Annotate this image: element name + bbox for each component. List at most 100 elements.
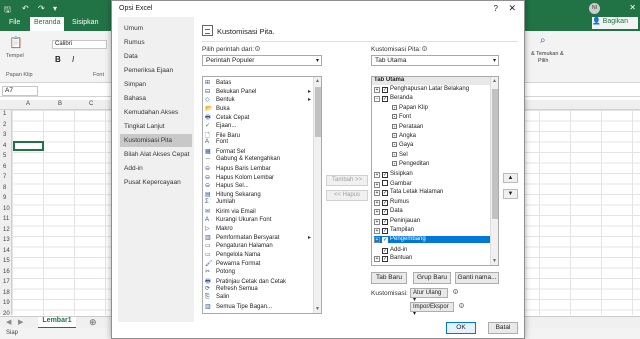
move-up-button[interactable]: ▲ xyxy=(503,173,518,183)
tab-checkbox[interactable]: ✓ xyxy=(382,228,388,234)
command-item[interactable]: ▦ Format Sel xyxy=(205,148,245,155)
scroll-up-icon[interactable]: ▲ xyxy=(315,78,320,84)
command-item[interactable]: ✓ Ejaan... xyxy=(205,122,236,129)
expand-icon[interactable]: + xyxy=(374,190,380,197)
command-item[interactable]: ▤ Hitung Sekarang xyxy=(205,191,261,198)
command-item[interactable]: ▭ Pengelola Nama xyxy=(205,251,260,258)
command-item[interactable]: ⊞ Batas xyxy=(205,79,231,86)
scroll-down-icon[interactable]: ▼ xyxy=(315,306,320,312)
tab-checkbox[interactable]: ✓ xyxy=(382,256,388,263)
expand-icon[interactable]: + xyxy=(374,87,380,93)
command-item[interactable]: Σ Jumlah xyxy=(205,199,235,205)
row-header[interactable]: 13 xyxy=(3,237,10,243)
row-header[interactable]: 9 xyxy=(3,195,6,201)
tab-checkbox[interactable]: ✓ xyxy=(382,96,388,103)
tab-file[interactable]: File xyxy=(9,19,20,26)
tree-item[interactable]: ✓ Add-in xyxy=(374,246,407,254)
scroll-left-icon[interactable]: ◀ xyxy=(6,318,11,326)
tab-checkbox[interactable]: ✓ xyxy=(382,209,388,216)
category-item[interactable]: Pemeriksa Ejaan xyxy=(124,67,173,74)
undo-icon[interactable]: ↶ xyxy=(22,4,29,13)
tree-scrollbar[interactable]: ▲ ▼ xyxy=(490,77,498,265)
category-item[interactable]: Simpan xyxy=(124,81,146,88)
ribbon-tree[interactable]: Tab Utama ▲ ▼ + ✓ Penghapusan Latar Belaka… xyxy=(371,76,499,266)
commands-scrollbar[interactable]: ▲ ▼ xyxy=(313,77,321,313)
command-item[interactable]: ⊖ Hapus Sel... xyxy=(205,182,249,189)
tree-item[interactable]: + Gambar xyxy=(374,180,412,188)
row-header[interactable]: 10 xyxy=(3,206,10,212)
expand-icon[interactable]: + xyxy=(374,237,380,244)
tree-item[interactable]: + Font xyxy=(392,114,411,120)
rename-button[interactable]: Ganti nama... xyxy=(455,272,499,284)
scroll-down-icon[interactable]: ▼ xyxy=(492,258,497,264)
row-header[interactable]: 15 xyxy=(3,258,10,264)
row-header[interactable]: 8 xyxy=(3,185,6,191)
expand-icon[interactable]: + xyxy=(392,142,397,148)
command-item[interactable]: ◇ Bentuk xyxy=(205,96,235,103)
scroll-up-icon[interactable]: ▲ xyxy=(492,78,497,84)
tree-item[interactable]: + ✓ Tata Letak Halaman xyxy=(374,189,443,197)
command-item[interactable]: A Kurangi Ukuran Font xyxy=(205,217,271,223)
row-header[interactable]: 12 xyxy=(3,227,10,233)
column-header[interactable]: A xyxy=(26,101,30,107)
row-header[interactable]: 14 xyxy=(3,248,10,254)
tab-checkbox[interactable]: ✓ xyxy=(382,87,388,93)
tab-checkbox[interactable]: ✓ xyxy=(382,237,388,244)
command-item[interactable]: ⟳ Refresh Semua xyxy=(205,285,258,292)
row-header[interactable]: 7 xyxy=(3,174,6,180)
avatar[interactable]: NI xyxy=(589,3,600,14)
category-item[interactable]: Umum xyxy=(124,25,143,32)
category-item[interactable]: Bilah Alat Akses Cepat xyxy=(124,151,189,158)
share-button[interactable]: 👤 Bagikan xyxy=(592,17,638,29)
find-select-label-2[interactable]: Pilih xyxy=(538,58,548,64)
tab-checkbox[interactable]: ✓ xyxy=(382,218,388,225)
category-item[interactable]: Rumus xyxy=(124,39,145,46)
name-box[interactable]: A7 xyxy=(2,86,38,96)
tree-item[interactable]: + ✓ Penghapusan Latar Belakang xyxy=(374,86,469,93)
tree-item[interactable]: + Papan Klip xyxy=(392,104,428,111)
move-down-button[interactable]: ▼ xyxy=(503,189,518,199)
expand-icon[interactable]: + xyxy=(392,133,397,138)
tree-item[interactable]: + Gaya xyxy=(392,142,413,148)
tree-item[interactable]: + ✓ Bantuan xyxy=(374,255,412,263)
command-item[interactable]: ✂ Potong xyxy=(205,268,235,275)
save-icon[interactable]: 🖫 xyxy=(4,4,11,18)
category-item[interactable]: Data xyxy=(124,53,138,60)
customize-qat-icon[interactable]: ▾ xyxy=(53,4,57,13)
tree-item[interactable]: + ✓ Sisipkan xyxy=(374,171,413,178)
tree-item[interactable]: + ✓ Tampilan xyxy=(374,227,414,234)
category-item[interactable]: Kemudahan Akses xyxy=(124,109,178,116)
italic-icon[interactable]: I xyxy=(72,55,74,64)
tab-checkbox[interactable]: ✓ xyxy=(382,171,388,178)
command-item[interactable]: 📂 Buka xyxy=(205,105,230,112)
expand-icon[interactable]: − xyxy=(374,96,380,103)
redo-icon[interactable]: ↷ xyxy=(38,4,45,13)
expand-icon[interactable]: + xyxy=(374,171,380,178)
paste-icon[interactable]: 📋 xyxy=(9,36,23,49)
command-item[interactable]: ⇔ Gabung & Ketengahkan xyxy=(205,156,280,162)
expand-icon[interactable]: + xyxy=(392,151,397,157)
row-header[interactable]: 19 xyxy=(3,300,10,306)
row-header[interactable]: 5 xyxy=(3,153,6,159)
choose-commands-combo[interactable]: Perintah Populer ▾ xyxy=(202,55,322,66)
command-item[interactable]: ⊟ Bekukan Panel xyxy=(205,88,256,95)
import-export-combo[interactable]: Impor/Ekspor ▾ xyxy=(410,302,454,317)
tab-beranda[interactable]: Beranda xyxy=(30,17,65,31)
paste-label[interactable]: Tempel xyxy=(6,53,24,59)
column-header[interactable]: B xyxy=(58,101,62,107)
command-item[interactable]: ⎘ Salin xyxy=(205,294,229,301)
row-header[interactable]: 16 xyxy=(3,269,10,275)
expand-icon[interactable]: + xyxy=(374,228,380,234)
expand-icon[interactable]: + xyxy=(374,209,380,216)
expand-icon[interactable]: + xyxy=(374,256,380,263)
find-select-label[interactable]: & Temukan & xyxy=(531,51,564,57)
row-header[interactable]: 3 xyxy=(3,132,6,138)
scroll-thumb[interactable] xyxy=(492,89,498,219)
category-item[interactable]: Kustomisasi Pita xyxy=(120,134,192,147)
row-header[interactable]: 18 xyxy=(3,290,10,296)
command-item[interactable]: ▥ Pemformatan Bersyarat xyxy=(205,234,279,241)
ok-button[interactable]: OK xyxy=(446,322,476,334)
expand-icon[interactable]: + xyxy=(392,123,397,129)
tab-checkbox[interactable]: ✓ xyxy=(382,247,388,254)
tree-item[interactable]: + Pengeditan xyxy=(392,161,429,167)
